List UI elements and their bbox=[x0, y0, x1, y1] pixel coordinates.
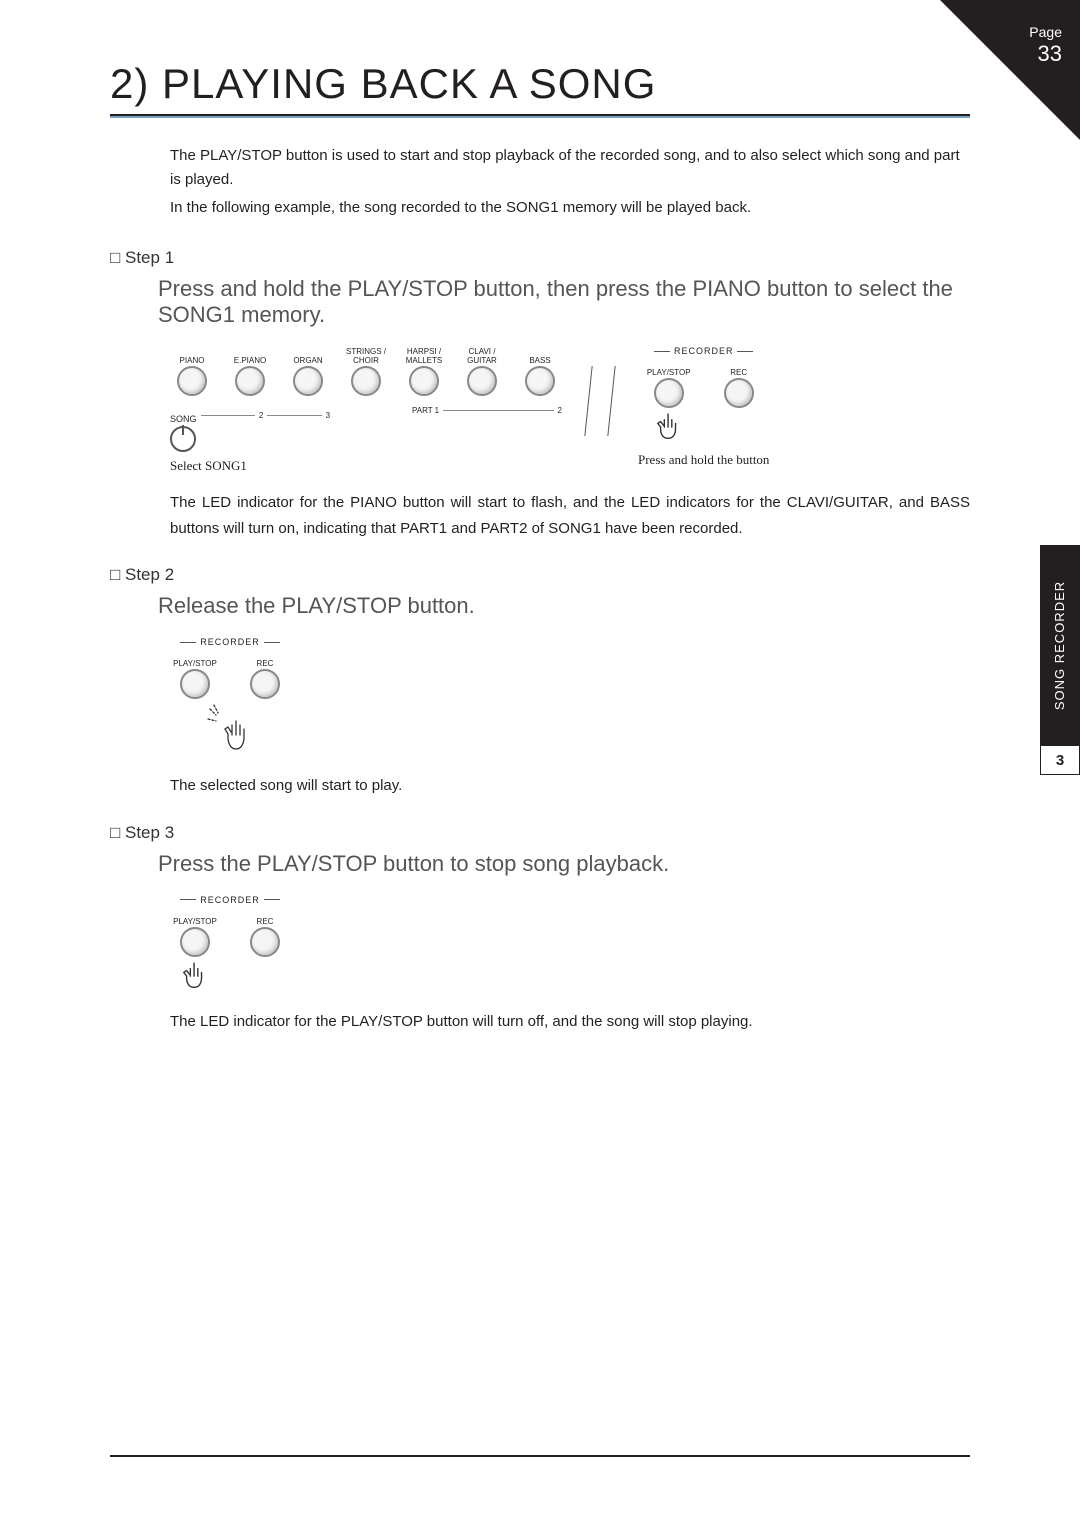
piano-button-icon bbox=[177, 366, 207, 396]
playstop-label-1: PLAY/STOP bbox=[647, 358, 691, 378]
step1-diagram: PIANO E.PIANO ORGAN STRINGS / CHOIR HARP… bbox=[170, 346, 970, 474]
page-number: 33 bbox=[1029, 41, 1062, 67]
clavi-button-icon bbox=[467, 366, 497, 396]
side-tab: SONG RECORDER bbox=[1040, 545, 1080, 745]
song-label: SONG bbox=[170, 414, 197, 424]
rec-button-icon bbox=[724, 378, 754, 408]
btn-label-epiano: E.PIANO bbox=[234, 346, 266, 366]
song-dial-icon bbox=[170, 426, 196, 452]
rec-button-icon-2 bbox=[250, 669, 280, 699]
rec-button-icon-3 bbox=[250, 927, 280, 957]
part-num-2: 2 bbox=[558, 406, 562, 415]
section-title: 2) PLAYING BACK A SONG bbox=[110, 60, 970, 114]
page-corner-triangle bbox=[940, 0, 1080, 140]
playstop-button-icon-2 bbox=[180, 669, 210, 699]
step1-paragraph: The LED indicator for the PIANO button w… bbox=[170, 490, 970, 541]
recorder-title-2: RECORDER bbox=[200, 637, 260, 647]
title-underline bbox=[110, 114, 970, 118]
page-corner-text: Page 33 bbox=[1029, 24, 1062, 67]
intro-line-2: In the following example, the song recor… bbox=[170, 196, 970, 220]
step3-heading: Step 3 bbox=[110, 823, 970, 843]
recorder-title-3: RECORDER bbox=[200, 895, 260, 905]
btn-label-strings: STRINGS / CHOIR bbox=[344, 346, 388, 366]
btn-label-clavi: CLAVI / GUITAR bbox=[460, 346, 504, 366]
footer-rule bbox=[110, 1455, 970, 1457]
btn-label-bass: BASS bbox=[529, 346, 550, 366]
epiano-button-icon bbox=[235, 366, 265, 396]
recorder-title-1: RECORDER bbox=[674, 346, 734, 356]
hand-press-icon-3 bbox=[181, 961, 209, 995]
press-hold-caption: Press and hold the button bbox=[638, 452, 769, 468]
side-tab-label: SONG RECORDER bbox=[1053, 580, 1068, 709]
organ-button-icon bbox=[293, 366, 323, 396]
song-num-3: 3 bbox=[326, 411, 330, 420]
rec-label-1: REC bbox=[730, 358, 747, 378]
step3-action: Press the PLAY/STOP button to stop song … bbox=[158, 851, 970, 877]
select-song1-caption: Select SONG1 bbox=[170, 458, 247, 474]
playstop-button-icon-3 bbox=[180, 927, 210, 957]
part-label: PART 1 bbox=[412, 406, 439, 415]
rec-label-3: REC bbox=[257, 907, 274, 927]
step3-paragraph: The LED indicator for the PLAY/STOP butt… bbox=[170, 1009, 970, 1035]
btn-label-piano: PIANO bbox=[180, 346, 205, 366]
recorder-panel-step1: RECORDER PLAY/STOP REC bbox=[638, 346, 769, 468]
playstop-label-3: PLAY/STOP bbox=[173, 907, 217, 927]
step1-action: Press and hold the PLAY/STOP button, the… bbox=[158, 276, 970, 328]
playstop-button-icon bbox=[654, 378, 684, 408]
step2-paragraph: The selected song will start to play. bbox=[170, 773, 970, 799]
sound-panel: PIANO E.PIANO ORGAN STRINGS / CHOIR HARP… bbox=[170, 346, 562, 474]
hand-press-icon bbox=[655, 412, 683, 446]
playstop-label-2: PLAY/STOP bbox=[173, 649, 217, 669]
btn-label-organ: ORGAN bbox=[293, 346, 322, 366]
hand-release-icon bbox=[200, 699, 260, 759]
harpsi-button-icon bbox=[409, 366, 439, 396]
btn-label-harpsi: HARPSI / MALLETS bbox=[402, 346, 446, 366]
step2-heading: Step 2 bbox=[110, 565, 970, 585]
bass-button-icon bbox=[525, 366, 555, 396]
intro-line-1: The PLAY/STOP button is used to start an… bbox=[170, 144, 970, 192]
rec-label-2: REC bbox=[257, 649, 274, 669]
step1-heading: Step 1 bbox=[110, 248, 970, 268]
page-label: Page bbox=[1029, 24, 1062, 41]
step2-action: Release the PLAY/STOP button. bbox=[158, 593, 970, 619]
song-num-2: 2 bbox=[259, 411, 263, 420]
strings-button-icon bbox=[351, 366, 381, 396]
panel-divider-icon bbox=[588, 366, 612, 436]
side-tab-chapter: 3 bbox=[1040, 745, 1080, 775]
